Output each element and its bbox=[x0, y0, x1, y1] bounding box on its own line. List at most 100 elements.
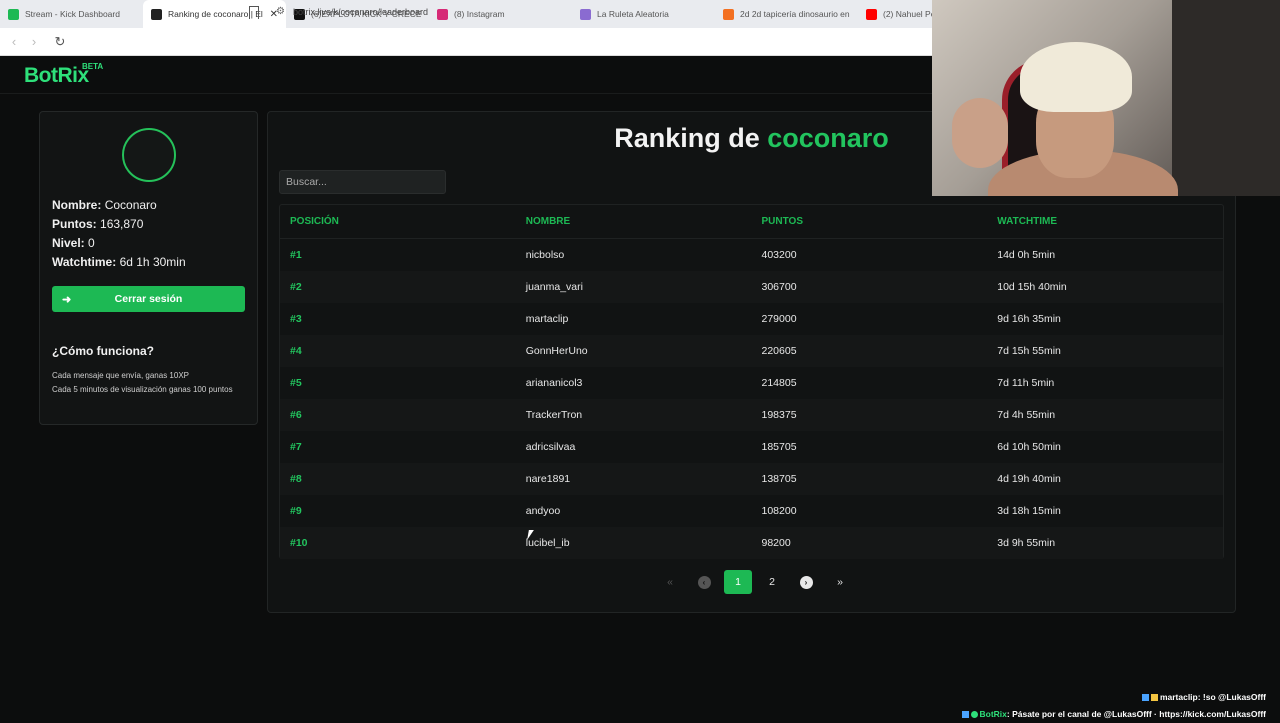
forward-icon[interactable]: › bbox=[24, 34, 44, 49]
table-row: #9 andyoo 108200 3d 18h 15min bbox=[280, 495, 1223, 527]
youtube-icon bbox=[866, 8, 877, 20]
site-settings-icon[interactable]: ⚙ bbox=[276, 6, 285, 17]
first-page-button[interactable]: « bbox=[656, 570, 684, 594]
level-label: Nivel: bbox=[52, 236, 85, 250]
browser-tab-6[interactable]: 2d 2d tapicería dinosaurio en bbox=[715, 0, 858, 28]
row-points: 214805 bbox=[761, 377, 797, 389]
row-watchtime: 14d 0h 5min bbox=[997, 249, 1056, 261]
chat-message-1: martaclip: !so @LukasOfff bbox=[962, 689, 1266, 706]
chat-user-1: martaclip bbox=[1159, 692, 1198, 702]
sign-out-icon: ➜ bbox=[62, 294, 72, 306]
page-2-button[interactable]: 2 bbox=[758, 570, 786, 594]
botrix-logo[interactable]: BotRix bbox=[24, 64, 89, 88]
table-row: #7 adricsilvaa 185705 6d 10h 50min bbox=[280, 431, 1223, 463]
shop-icon bbox=[723, 8, 734, 20]
title-prefix: Ranking de bbox=[614, 123, 760, 153]
bookmark-icon[interactable] bbox=[249, 6, 259, 19]
row-watchtime: 10d 15h 40min bbox=[997, 281, 1067, 293]
how-it-works-title: ¿Cómo funciona? bbox=[52, 344, 154, 358]
table-row: #2 juanma_vari 306700 10d 15h 40min bbox=[280, 271, 1223, 303]
row-username[interactable]: nare1891 bbox=[516, 473, 752, 485]
address-bar[interactable]: ⚙ botrix.live/k/coconaro/leaderboard bbox=[276, 6, 428, 17]
cam-background-shelf bbox=[1172, 0, 1280, 196]
pagination: « ‹ 1 2 › » bbox=[656, 570, 854, 594]
prev-page-button[interactable]: ‹ bbox=[690, 570, 718, 594]
row-position: #7 bbox=[290, 441, 302, 453]
row-points: 198375 bbox=[761, 409, 797, 421]
row-watchtime: 4d 19h 40min bbox=[997, 473, 1061, 485]
row-username[interactable]: adricsilvaa bbox=[516, 441, 752, 453]
search-input[interactable] bbox=[279, 170, 446, 194]
row-points: 98200 bbox=[761, 537, 791, 549]
leaderboard-table: Posición Nombre Puntos Watchtime #1 nicbo… bbox=[279, 204, 1224, 559]
logout-button[interactable]: ➜ Cerrar sesión bbox=[52, 286, 245, 312]
beta-badge: BETA bbox=[82, 62, 104, 71]
row-points: 185705 bbox=[761, 441, 797, 453]
browser-tab-1[interactable]: Stream - Kick Dashboard bbox=[0, 0, 143, 28]
browser-tab-5[interactable]: La Ruleta Aleatoria bbox=[572, 0, 715, 28]
chat-overlay: martaclip: !so @LukasOfff BotRix: Pásate… bbox=[961, 689, 1266, 723]
table-row: #10 lucibel_ib 98200 3d 9h 55min bbox=[280, 527, 1223, 559]
chat-user-2: BotRix bbox=[979, 709, 1007, 719]
row-watchtime: 3d 9h 55min bbox=[997, 537, 1056, 549]
table-body: #1 nicbolso 403200 14d 0h 5min #2 juanma_vari… bbox=[280, 239, 1223, 559]
watchtime-label: Watchtime: bbox=[52, 255, 117, 269]
how-line-messages: Cada mensaje que envía, ganas 10XP bbox=[52, 371, 189, 380]
chat-message-2: BotRix: Pásate por el canal de @LukasOff… bbox=[961, 706, 1266, 723]
row-watchtime: 3d 18h 15min bbox=[997, 505, 1061, 517]
profile-info: Nombre: Coconaro Puntos: 163,870 Nivel: … bbox=[52, 196, 186, 272]
browser-tab-title: 2d 2d tapicería dinosaurio en bbox=[740, 9, 850, 19]
table-header: Posición Nombre Puntos Watchtime bbox=[280, 205, 1223, 239]
row-username[interactable]: martaclip bbox=[516, 313, 752, 325]
row-watchtime: 7d 15h 55min bbox=[997, 345, 1061, 357]
wheel-icon bbox=[580, 8, 591, 20]
browser-tab-4[interactable]: (8) Instagram bbox=[429, 0, 572, 28]
profile-level: 0 bbox=[88, 236, 95, 250]
row-username[interactable]: andyoo bbox=[516, 505, 752, 517]
kick-icon bbox=[8, 8, 19, 20]
row-username[interactable]: juanma_vari bbox=[516, 281, 752, 293]
column-header-watchtime[interactable]: Watchtime bbox=[987, 216, 1223, 227]
row-points: 108200 bbox=[761, 505, 797, 517]
row-username[interactable]: lucibel_ib bbox=[516, 537, 752, 549]
chevron-right-icon: › bbox=[799, 575, 813, 589]
row-position: #2 bbox=[290, 281, 302, 293]
webcam-overlay bbox=[932, 0, 1280, 196]
browser-tab-title: Stream - Kick Dashboard bbox=[25, 9, 120, 19]
row-points: 279000 bbox=[761, 313, 797, 325]
chat-text-1: : !so @LukasOfff bbox=[1197, 692, 1266, 702]
row-watchtime: 7d 4h 55min bbox=[997, 409, 1056, 421]
browser-tab-title: (8) Instagram bbox=[454, 9, 505, 19]
column-header-position[interactable]: Posición bbox=[280, 216, 516, 227]
row-username[interactable]: nicbolso bbox=[516, 249, 752, 261]
table-row: #1 nicbolso 403200 14d 0h 5min bbox=[280, 239, 1223, 271]
verified-badge-icon bbox=[970, 711, 978, 719]
table-row: #6 TrackerTron 198375 7d 4h 55min bbox=[280, 399, 1223, 431]
profile-name: Coconaro bbox=[104, 198, 157, 212]
page-1-button[interactable]: 1 bbox=[724, 570, 752, 594]
row-username[interactable]: TrackerTron bbox=[516, 409, 752, 421]
browser-tab-title: La Ruleta Aleatoria bbox=[597, 9, 669, 19]
column-header-name[interactable]: Nombre bbox=[516, 216, 752, 227]
row-points: 138705 bbox=[761, 473, 797, 485]
next-page-button[interactable]: › bbox=[792, 570, 820, 594]
cam-person-hand bbox=[952, 98, 1008, 168]
row-position: #6 bbox=[290, 409, 302, 421]
profile-watchtime: 6d 1h 30min bbox=[119, 255, 186, 269]
column-header-points[interactable]: Puntos bbox=[752, 216, 988, 227]
logout-label: Cerrar sesión bbox=[114, 293, 183, 305]
row-watchtime: 9d 16h 35min bbox=[997, 313, 1061, 325]
row-position: #5 bbox=[290, 377, 302, 389]
row-username[interactable]: ariananicol3 bbox=[516, 377, 752, 389]
row-position: #3 bbox=[290, 313, 302, 325]
chat-text-2: : Pásate por el canal de @LukasOfff · ht… bbox=[1006, 709, 1266, 719]
last-page-button[interactable]: » bbox=[826, 570, 854, 594]
row-points: 220605 bbox=[761, 345, 797, 357]
back-icon[interactable]: ‹ bbox=[4, 34, 24, 49]
botrix-icon bbox=[151, 8, 162, 20]
browser-tab-2[interactable]: Ranking de coconaro | El ✕ bbox=[143, 0, 286, 28]
row-username[interactable]: GonnHerUno bbox=[516, 345, 752, 357]
how-line-watch: Cada 5 minutos de visualización ganas 10… bbox=[52, 385, 233, 394]
reload-icon[interactable]: ↻ bbox=[50, 34, 70, 50]
row-points: 403200 bbox=[761, 249, 797, 261]
